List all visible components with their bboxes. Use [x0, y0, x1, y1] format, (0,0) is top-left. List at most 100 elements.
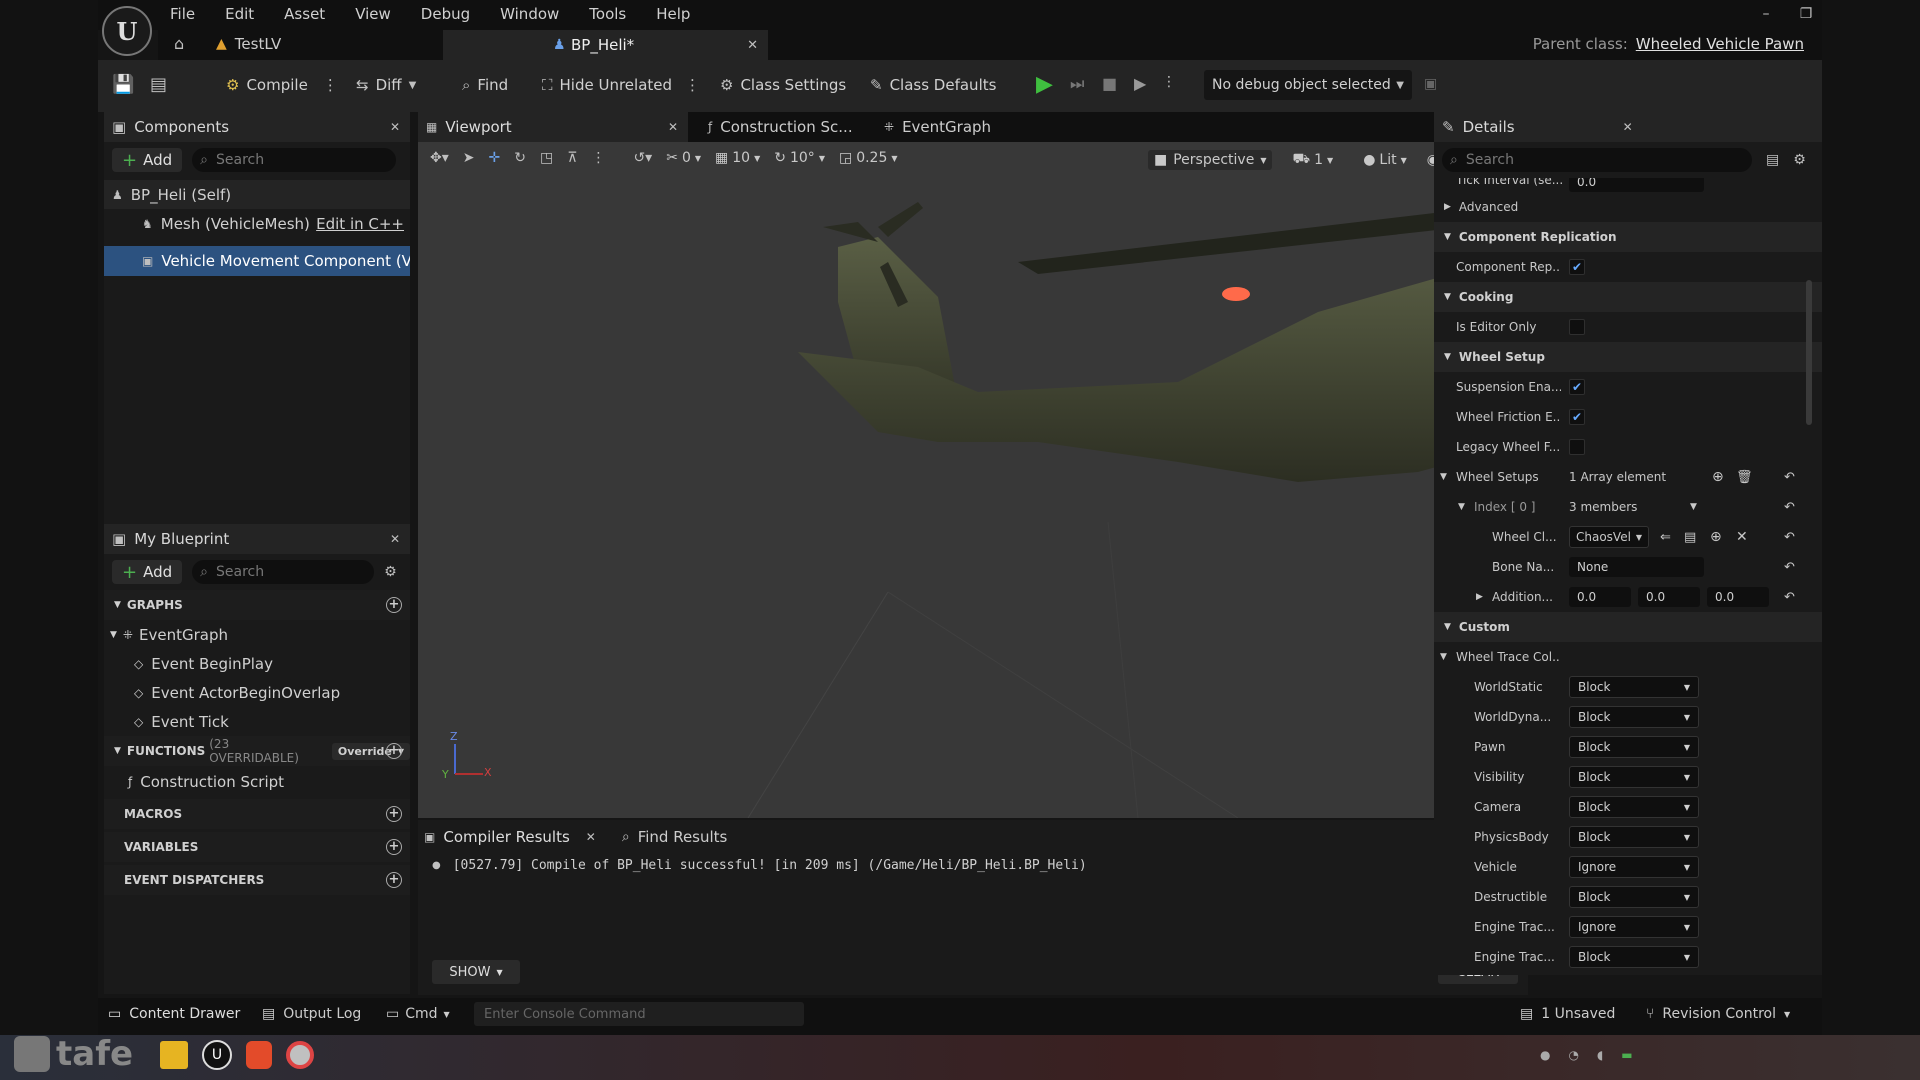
- component-self[interactable]: ♟ BP_Heli (Self): [104, 180, 410, 209]
- view-options-icon[interactable]: ✥▾: [430, 150, 449, 166]
- unsaved-button[interactable]: ▤ 1 Unsaved: [1520, 1006, 1615, 1022]
- tab-testlv[interactable]: ▲ TestLV: [216, 35, 281, 53]
- surface-snap-icon[interactable]: ⊼: [567, 150, 577, 166]
- trace-channel-dropdown[interactable]: Block ▼: [1569, 796, 1699, 818]
- event-dispatchers-section[interactable]: EVENT DISPATCHERS +: [104, 865, 410, 895]
- step-icon[interactable]: ⏭: [1070, 74, 1084, 94]
- class-settings-button[interactable]: ⚙ Class Settings: [720, 76, 846, 94]
- class-defaults-button[interactable]: ✎ Class Defaults: [870, 76, 996, 94]
- my-blueprint-search-input[interactable]: ⌕ Search: [192, 560, 375, 584]
- add-variable-icon[interactable]: +: [386, 839, 402, 855]
- tab-viewport[interactable]: ▦ Viewport ✕: [418, 112, 688, 142]
- scale-snap-toggle[interactable]: ◲ 0.25 ▼: [839, 150, 898, 166]
- menu-window[interactable]: Window: [500, 5, 559, 23]
- diff-button[interactable]: ⇆ Diff ▼: [356, 76, 416, 94]
- panel-close-icon[interactable]: ✕: [390, 120, 400, 134]
- compile-button[interactable]: ⚙ Compile ⋮: [226, 76, 338, 94]
- add-element-icon[interactable]: ⊕: [1710, 529, 1722, 545]
- minimize-icon[interactable]: –: [1746, 2, 1786, 26]
- tick-interval-field[interactable]: 0.0: [1569, 178, 1704, 192]
- suspension-enabled-checkbox[interactable]: ✔: [1569, 379, 1585, 395]
- add-component-button[interactable]: + Add: [112, 148, 183, 172]
- category-component-replication[interactable]: ▼ Component Replication: [1434, 222, 1822, 252]
- home-icon[interactable]: ⌂: [174, 34, 184, 53]
- scale-icon[interactable]: ◳: [540, 150, 553, 166]
- eject-icon[interactable]: ▶: [1134, 74, 1146, 93]
- menu-asset[interactable]: Asset: [284, 5, 325, 23]
- trace-channel-dropdown[interactable]: Block ▼: [1569, 706, 1699, 728]
- output-log-button[interactable]: ▤ Output Log: [262, 1006, 361, 1022]
- component-mesh[interactable]: ♞ Mesh (VehicleMesh) Edit in C++: [104, 209, 410, 238]
- add-dispatcher-icon[interactable]: +: [386, 872, 402, 888]
- details-search-input[interactable]: ⌕ Search: [1442, 148, 1752, 172]
- tab-bp-heli[interactable]: ♟ BP_Heli* ✕: [443, 30, 768, 60]
- tab-eventgraph[interactable]: ⁜ EventGraph: [884, 112, 991, 142]
- macros-section[interactable]: MACROS +: [104, 799, 410, 829]
- gear-icon[interactable]: ⚙: [384, 564, 397, 580]
- debug-object-dropdown[interactable]: No debug object selected ▼: [1204, 70, 1412, 100]
- trash-icon[interactable]: 🗑: [1736, 470, 1753, 485]
- find-button[interactable]: ⌕ Find: [462, 76, 508, 94]
- trace-channel-dropdown[interactable]: Block ▼: [1569, 676, 1699, 698]
- clear-icon[interactable]: ✕: [1736, 529, 1748, 545]
- file-explorer-icon[interactable]: [160, 1041, 188, 1069]
- tray-app-icon[interactable]: ●: [1540, 1048, 1550, 1062]
- add-member-button[interactable]: + Add: [112, 560, 183, 584]
- perspective-dropdown[interactable]: ■ Perspective ▼: [1148, 150, 1273, 170]
- wheel-friction-checkbox[interactable]: ✔: [1569, 409, 1585, 425]
- content-drawer-button[interactable]: ▭ Content Drawer: [108, 1006, 240, 1022]
- translate-icon[interactable]: ✛: [489, 150, 501, 166]
- console-command-input[interactable]: Enter Console Command: [474, 1002, 804, 1026]
- add-macro-icon[interactable]: +: [386, 806, 402, 822]
- tab-close-icon[interactable]: ✕: [668, 120, 678, 134]
- browse-icon[interactable]: ▤: [1684, 530, 1696, 545]
- wheel-class-dropdown[interactable]: ChaosVel ▼: [1569, 526, 1649, 548]
- reset-icon[interactable]: ↶: [1784, 500, 1795, 515]
- event-actorbeginoverlap[interactable]: ◇ Event ActorBeginOverlap: [104, 678, 410, 707]
- eventgraph-item[interactable]: ▼ ⁜ EventGraph: [104, 620, 410, 649]
- show-button[interactable]: SHOW ▼: [432, 960, 520, 984]
- offset-x-field[interactable]: 0.0: [1569, 587, 1631, 607]
- tab-find-results[interactable]: ⌕ Find Results: [622, 828, 728, 846]
- viewport[interactable]: ✥▾ ➤ ✛ ↻ ◳ ⊼ ⋮ ↺▾ ✂ 0 ▼ ▦ 10 ▼ ↻ 10° ▼ ◲ 0.25 ▼ …: [418, 142, 1528, 818]
- hide-unrelated-options-icon[interactable]: ⋮: [685, 76, 700, 94]
- grid-snap-toggle[interactable]: ▦ 10 ▼: [715, 150, 760, 166]
- save-icon[interactable]: 💾: [112, 74, 134, 95]
- revision-control-button[interactable]: ⑂ Revision Control ▼: [1646, 1006, 1790, 1022]
- brave-browser-icon[interactable]: [246, 1041, 272, 1069]
- trace-channel-dropdown[interactable]: Block ▼: [1569, 946, 1699, 968]
- play-icon[interactable]: ▶: [1036, 72, 1053, 97]
- play-options-icon[interactable]: ⋮: [1162, 74, 1176, 90]
- construction-script-item[interactable]: ƒ Construction Script: [104, 766, 410, 798]
- volume-icon[interactable]: ◖: [1597, 1048, 1603, 1062]
- use-selected-icon[interactable]: ⇐: [1660, 530, 1671, 545]
- menu-tools[interactable]: Tools: [589, 5, 626, 23]
- chrome-icon[interactable]: [286, 1041, 314, 1069]
- offset-z-field[interactable]: 0.0: [1707, 587, 1769, 607]
- add-element-icon[interactable]: ⊕: [1712, 469, 1724, 485]
- chevron-down-icon[interactable]: ▼: [1690, 502, 1697, 512]
- network-icon[interactable]: ◔: [1568, 1048, 1578, 1062]
- component-vehicle-movement[interactable]: ▣ Vehicle Movement Component (Vehi: [104, 246, 410, 276]
- more-options-icon[interactable]: ⋮: [591, 150, 605, 166]
- angle-snap-toggle[interactable]: ↻ 10° ▼: [774, 150, 825, 166]
- legacy-wheel-checkbox[interactable]: [1569, 439, 1585, 455]
- hide-unrelated-button[interactable]: ⛶ Hide Unrelated ⋮: [542, 76, 700, 94]
- event-tick[interactable]: ◇ Event Tick: [104, 707, 410, 736]
- edit-in-cpp-link[interactable]: Edit in C++: [316, 215, 404, 233]
- components-search-input[interactable]: ⌕ Search: [192, 148, 397, 172]
- tab-compiler-results[interactable]: ▣ Compiler Results ✕: [424, 828, 596, 846]
- reset-icon[interactable]: ↶: [1784, 470, 1795, 485]
- tab-construction-script[interactable]: ƒ Construction Sc...: [708, 112, 853, 142]
- menu-debug[interactable]: Debug: [421, 5, 470, 23]
- trace-channel-dropdown[interactable]: Block ▼: [1569, 766, 1699, 788]
- graphs-section[interactable]: ▼ GRAPHS +: [104, 590, 410, 620]
- lit-dropdown[interactable]: ● Lit ▼: [1363, 152, 1407, 168]
- add-graph-icon[interactable]: +: [386, 597, 402, 613]
- trace-channel-dropdown[interactable]: Block ▼: [1569, 826, 1699, 848]
- is-editor-only-checkbox[interactable]: [1569, 319, 1585, 335]
- add-function-icon[interactable]: +: [386, 743, 402, 759]
- tab-close-icon[interactable]: ✕: [747, 38, 758, 53]
- panel-close-icon[interactable]: ✕: [390, 532, 400, 546]
- unreal-logo-icon[interactable]: U: [102, 6, 152, 56]
